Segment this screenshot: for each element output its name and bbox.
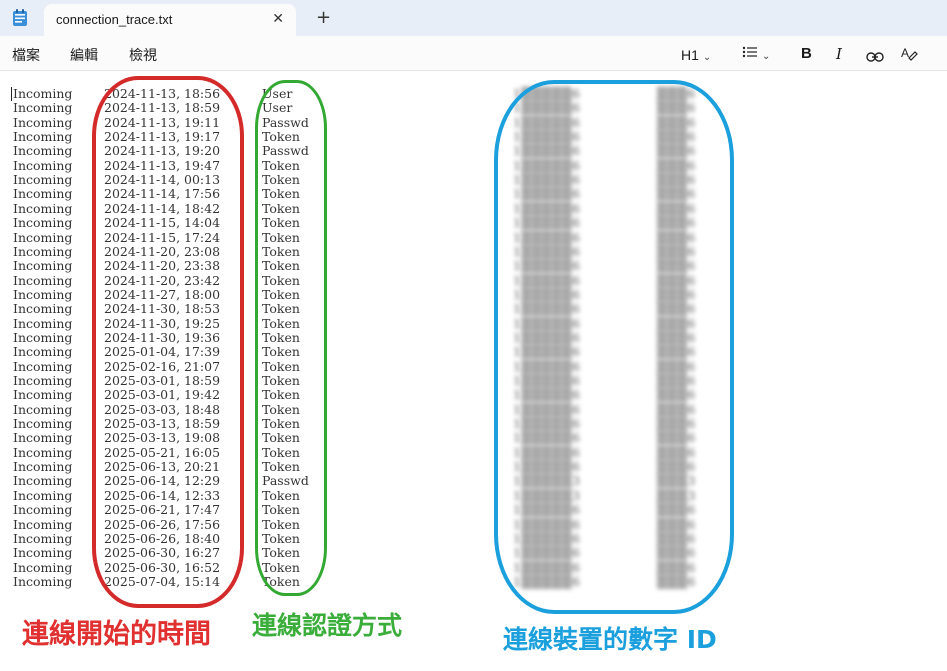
direction-cell: Incoming (13, 215, 73, 231)
menu-bar: 檔案 編輯 檢視 H1 ⌄ ⌄ B I A (0, 36, 947, 71)
chevron-down-icon: ⌄ (702, 52, 712, 63)
menu-file[interactable]: 檔案 (12, 45, 40, 65)
direction-cell: Incoming (13, 573, 73, 589)
direction-cell: Incoming (13, 243, 73, 259)
direction-cell: Incoming (13, 329, 73, 345)
direction-cell: Incoming (13, 545, 73, 561)
heading-dropdown[interactable]: H1 ⌄ (681, 45, 711, 65)
title-bar: connection_trace.txt ✕ + (0, 0, 947, 36)
direction-cell: Incoming (13, 559, 73, 575)
direction-cell: Incoming (13, 358, 73, 374)
list-icon (742, 46, 757, 58)
direction-cell: Incoming (13, 200, 73, 216)
direction-cell: Incoming (13, 516, 73, 532)
direction-cell: Incoming (13, 430, 73, 446)
bold-button[interactable]: B (801, 45, 812, 65)
direction-cell: Incoming (13, 387, 73, 403)
direction-cell: Incoming (13, 186, 73, 202)
direction-cell: Incoming (13, 114, 73, 130)
direction-cell: Incoming (13, 416, 73, 432)
direction-cell: Incoming (13, 272, 73, 288)
direction-cell: Incoming (13, 502, 73, 518)
direction-cell: Incoming (13, 487, 73, 503)
direction-cell: Incoming (13, 444, 73, 460)
tab-connection-trace[interactable]: connection_trace.txt ✕ (44, 4, 296, 36)
new-tab-button[interactable]: + (316, 8, 331, 28)
direction-cell: Incoming (13, 344, 73, 360)
italic-button[interactable]: I (836, 45, 842, 65)
direction-cell: Incoming (13, 172, 73, 188)
direction-cell: Incoming (13, 86, 73, 101)
direction-cell: Incoming (13, 459, 73, 475)
time-caption: 連線開始的時間 (22, 619, 211, 650)
direction-cell: Incoming (13, 373, 73, 388)
time-column-highlight (92, 76, 244, 608)
close-tab-icon[interactable]: ✕ (272, 10, 284, 28)
direction-cell: Incoming (13, 258, 73, 274)
direction-cell: Incoming (13, 129, 73, 145)
menu-edit[interactable]: 編輯 (70, 45, 98, 65)
link-icon[interactable] (866, 47, 884, 67)
svg-text:A: A (901, 46, 909, 60)
direction-cell: Incoming (13, 286, 73, 302)
direction-cell: Incoming (13, 401, 73, 417)
direction-cell: Incoming (13, 229, 73, 245)
direction-cell: Incoming (13, 143, 73, 159)
auth-column-highlight (255, 80, 327, 596)
id-column-highlight (494, 80, 734, 614)
auth-caption: 連線認證方式 (252, 611, 403, 640)
heading-label: H1 (681, 47, 699, 63)
list-dropdown[interactable]: ⌄ (742, 44, 770, 64)
id-caption: 連線裝置的數字 ID (503, 625, 717, 654)
direction-cell: Incoming (13, 157, 73, 173)
tab-title: connection_trace.txt (56, 12, 173, 27)
notepad-icon (13, 9, 27, 26)
direction-cell: Incoming (13, 301, 73, 317)
direction-cell: Incoming (13, 473, 73, 489)
menu-view[interactable]: 檢視 (129, 45, 157, 65)
direction-cell: Incoming (13, 100, 73, 116)
direction-cell: Incoming (13, 315, 73, 331)
chevron-down-icon: ⌄ (762, 51, 771, 62)
direction-cell: Incoming (13, 530, 73, 546)
clear-format-icon[interactable]: A (900, 44, 918, 64)
